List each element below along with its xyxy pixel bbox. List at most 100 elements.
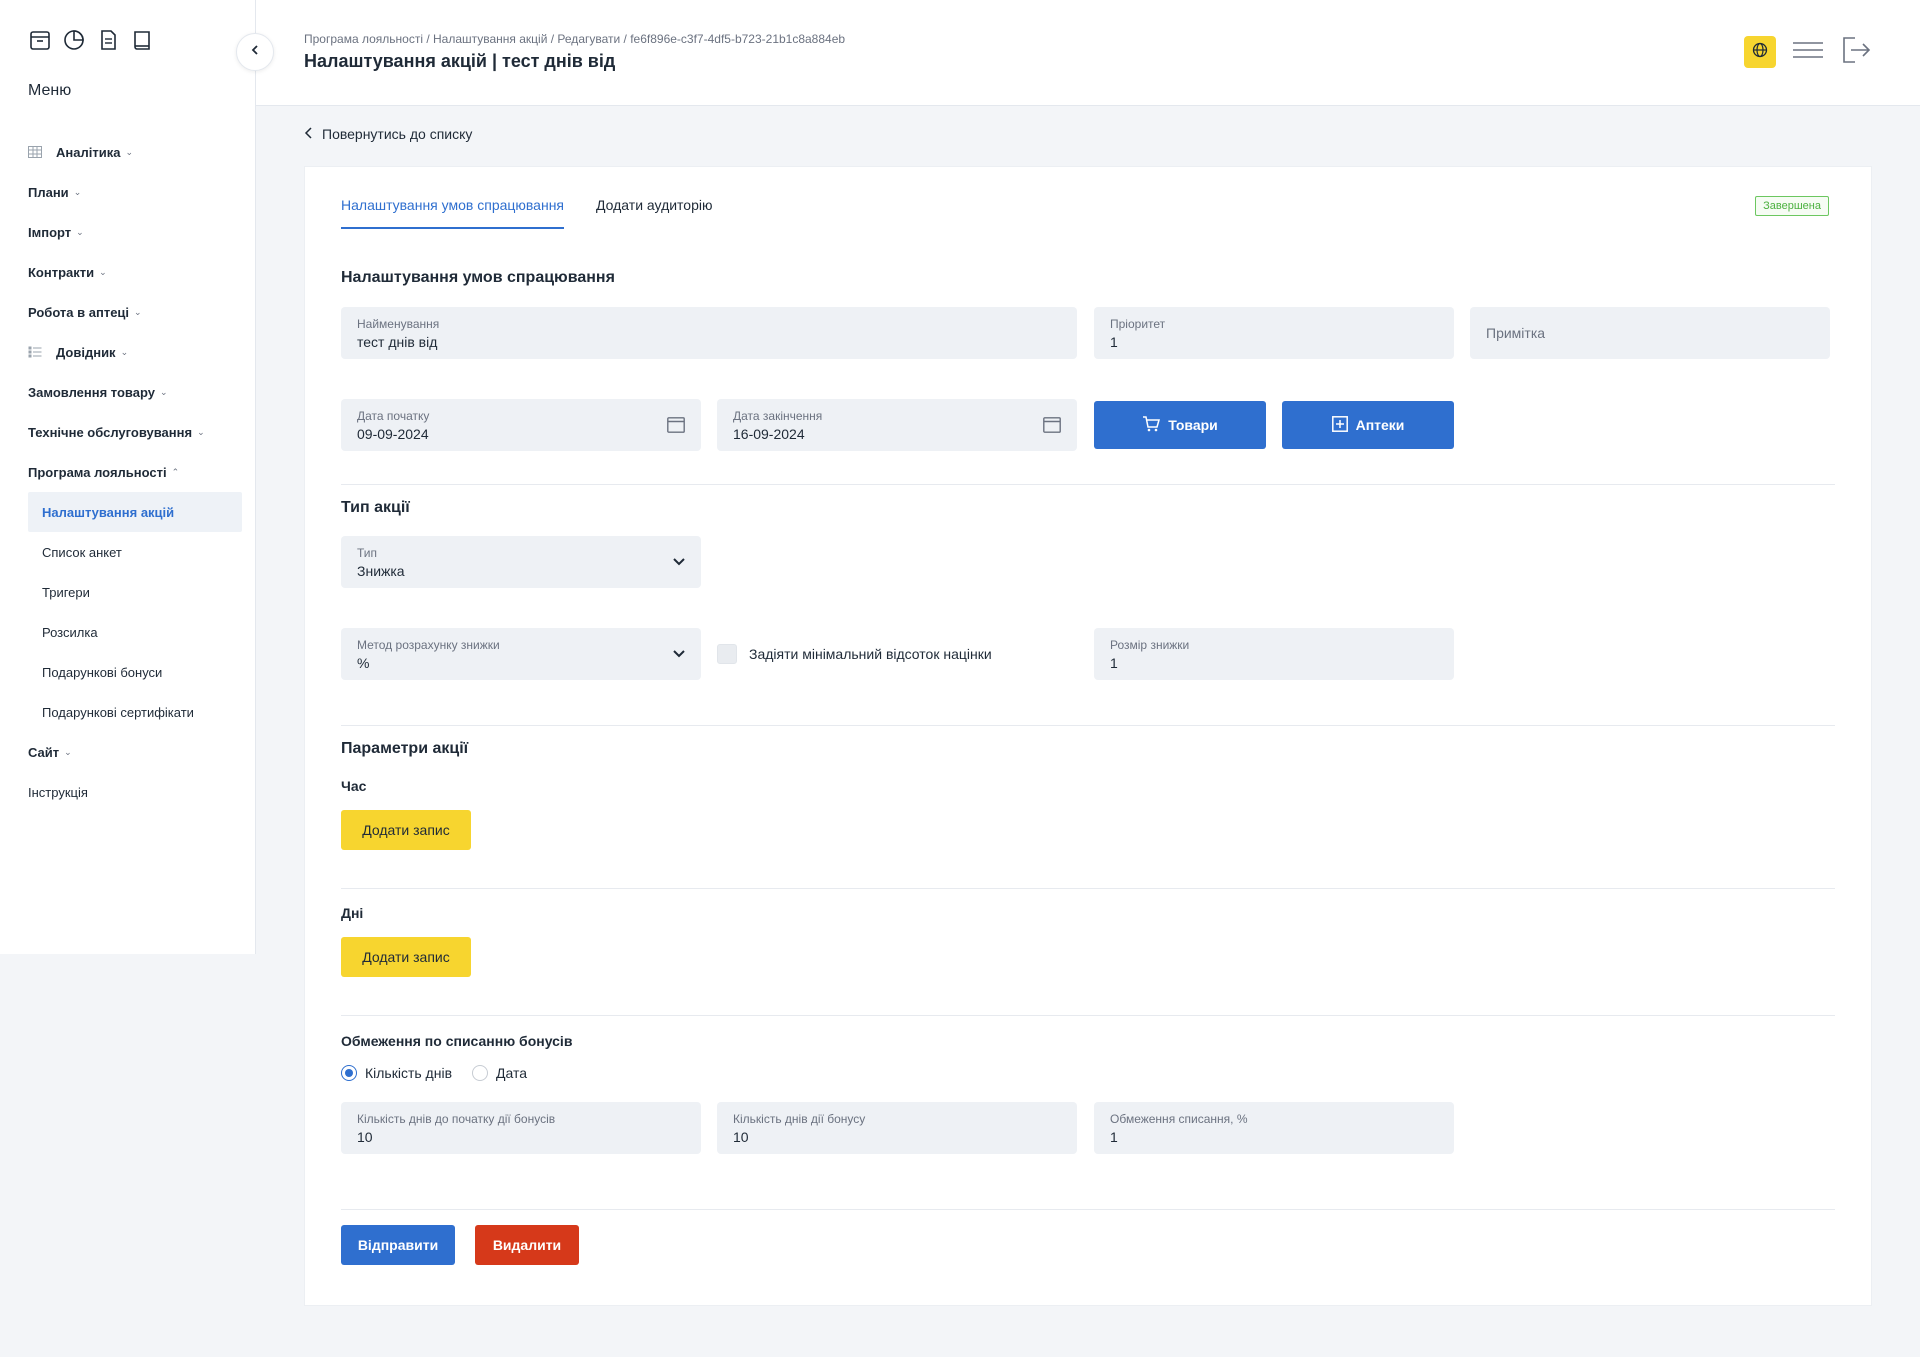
delete-button[interactable]: Видалити [475,1225,579,1265]
divider [341,888,1835,889]
divider [341,484,1835,485]
goods-button-label: Товари [1168,417,1218,433]
sidebar-item-maintenance[interactable]: Технічне обслуговування ⌄ [28,412,242,452]
sidebar-item-site[interactable]: Сайт ⌄ [28,732,242,772]
sidebar-item-instruction[interactable]: Інструкція [28,772,242,812]
sidebar-item-directory[interactable]: Довідник ⌄ [28,332,242,372]
radio-date-option[interactable]: Дата [472,1065,527,1081]
menu-button[interactable] [1792,36,1824,68]
sidebar-item-import[interactable]: Імпорт ⌄ [28,212,242,252]
writeoff-limit-field[interactable]: Обмеження списання, % 1 [1094,1102,1454,1154]
pie-chart-icon[interactable] [62,28,86,52]
divider [341,1209,1835,1210]
type-label: Тип [357,546,378,560]
sidebar-item-label: Імпорт [28,224,72,240]
bonus-active-days-field[interactable]: Кількість днів дії бонусу 10 [717,1102,1077,1154]
discount-size-field[interactable]: Розмір знижки 1 [1094,628,1454,680]
logout-button[interactable] [1840,36,1872,68]
status-badge: Завершена [1755,196,1829,216]
divider [341,725,1835,726]
sidebar-item-label: Аналітика [56,144,121,160]
pharmacies-button[interactable]: Аптеки [1282,401,1454,449]
radio-days-option[interactable]: Кількість днів [341,1065,452,1081]
page-title: Налаштування акцій | тест днів від [304,51,616,71]
sidebar-item-label: Сайт [28,744,60,760]
name-field[interactable]: Найменування тест днів від [341,307,1077,359]
sidebar-item-label: Замовлення товару [28,384,155,400]
priority-field[interactable]: Пріоритет 1 [1094,307,1454,359]
header-actions [1744,36,1872,68]
menu-title: Меню [28,82,72,99]
writeoff-limit-value: 1 [1110,1129,1118,1145]
cart-icon [1142,415,1161,435]
type-select[interactable]: Тип Знижка [341,536,701,588]
sidebar-collapse-button[interactable] [236,33,274,71]
discount-method-select[interactable]: Метод розрахунку знижки % [341,628,701,680]
sidebar-item-analytics[interactable]: Аналітика ⌄ [28,132,242,172]
sidebar-subitem-mailing[interactable]: Розсилка [28,612,242,652]
discount-method-value: % [357,655,370,671]
sidebar-subitem-promo-settings[interactable]: Налаштування акцій [28,492,242,532]
sidebar-item-loyalty[interactable]: Програма лояльності ⌃ [28,452,242,492]
start-date-field[interactable]: Дата початку 09-09-2024 [341,399,701,451]
discount-method-label: Метод розрахунку знижки [357,638,500,652]
sidebar-subitem-triggers[interactable]: Тригери [28,572,242,612]
discount-size-value: 1 [1110,655,1118,671]
min-markup-checkbox-row[interactable]: Задіяти мінімальний відсоток націнки [717,644,992,664]
sidebar-item-label: Програма лояльності [28,464,167,480]
back-to-list-link[interactable]: Повернутись до списку [304,126,472,142]
archive-icon[interactable] [28,28,52,52]
page-header: Програма лояльності / Налаштування акцій… [256,0,1920,106]
bonus-active-days-value: 10 [733,1129,749,1145]
conditions-section-title: Налаштування умов спрацювання [341,269,615,286]
back-link-label: Повернутись до списку [322,126,473,142]
sidebar-subitem-questionnaires[interactable]: Список анкет [28,532,242,572]
sidebar-item-label: Інструкція [28,784,88,800]
logout-icon [1841,35,1871,70]
note-placeholder: Примітка [1486,325,1546,341]
radio-date-label: Дата [496,1065,528,1081]
tabs: Налаштування умов спрацювання Додати ауд… [341,197,713,229]
sidebar-top-icons [28,28,154,52]
document-icon[interactable] [96,28,120,52]
goods-button[interactable]: Товари [1094,401,1266,449]
min-markup-checkbox[interactable] [717,644,737,664]
sidebar-item-pharmacy-work[interactable]: Робота в аптеці ⌄ [28,292,242,332]
bonus-limits-title: Обмеження по списанню бонусів [341,1033,573,1049]
list-icon [28,346,42,358]
start-date-value: 09-09-2024 [357,426,429,442]
radio-days-label: Кількість днів [365,1065,453,1081]
end-date-value: 16-09-2024 [733,426,805,442]
calendar-icon[interactable] [1043,417,1061,438]
sidebar-subitem-gift-bonuses[interactable]: Подарункові бонуси [28,652,242,692]
sidebar-nav: Аналітика ⌄ Плани ⌄ Імпорт ⌄ Контракти ⌄… [28,132,242,812]
tab-conditions[interactable]: Налаштування умов спрацювання [341,197,565,229]
calendar-icon[interactable] [667,417,685,438]
priority-value: 1 [1110,334,1118,350]
sidebar-item-orders[interactable]: Замовлення товару ⌄ [28,372,242,412]
start-date-label: Дата початку [357,409,430,423]
submit-button[interactable]: Відправити [341,1225,455,1265]
promo-form-card: Налаштування умов спрацювання Додати ауд… [304,166,1872,1306]
sidebar-item-plans[interactable]: Плани ⌄ [28,172,242,212]
book-icon[interactable] [130,28,154,52]
sidebar-item-contracts[interactable]: Контракти ⌄ [28,252,242,292]
params-section-title: Параметри акції [341,740,469,757]
language-button[interactable] [1744,36,1776,68]
breadcrumb[interactable]: Програма лояльності / Налаштування акцій… [304,32,845,46]
tab-audience[interactable]: Додати аудиторію [596,197,712,229]
bonus-active-days-label: Кількість днів дії бонусу [733,1112,866,1126]
chevron-down-icon: ⌄ [73,186,82,197]
name-label: Найменування [357,317,440,331]
divider [341,1015,1835,1016]
add-days-record-button[interactable]: Додати запис [341,937,471,977]
days-before-bonus-field[interactable]: Кількість днів до початку дії бонусів 10 [341,1102,701,1154]
days-before-bonus-value: 10 [357,1129,373,1145]
add-time-record-button[interactable]: Додати запис [341,810,471,850]
radio-date[interactable] [472,1065,489,1081]
chevron-down-icon: ⌄ [99,266,107,277]
end-date-field[interactable]: Дата закінчення 16-09-2024 [717,399,1077,451]
radio-days[interactable] [341,1065,357,1081]
sidebar-subitem-gift-certificates[interactable]: Подарункові сертифікати [28,692,242,732]
note-field[interactable]: Примітка [1470,307,1830,359]
